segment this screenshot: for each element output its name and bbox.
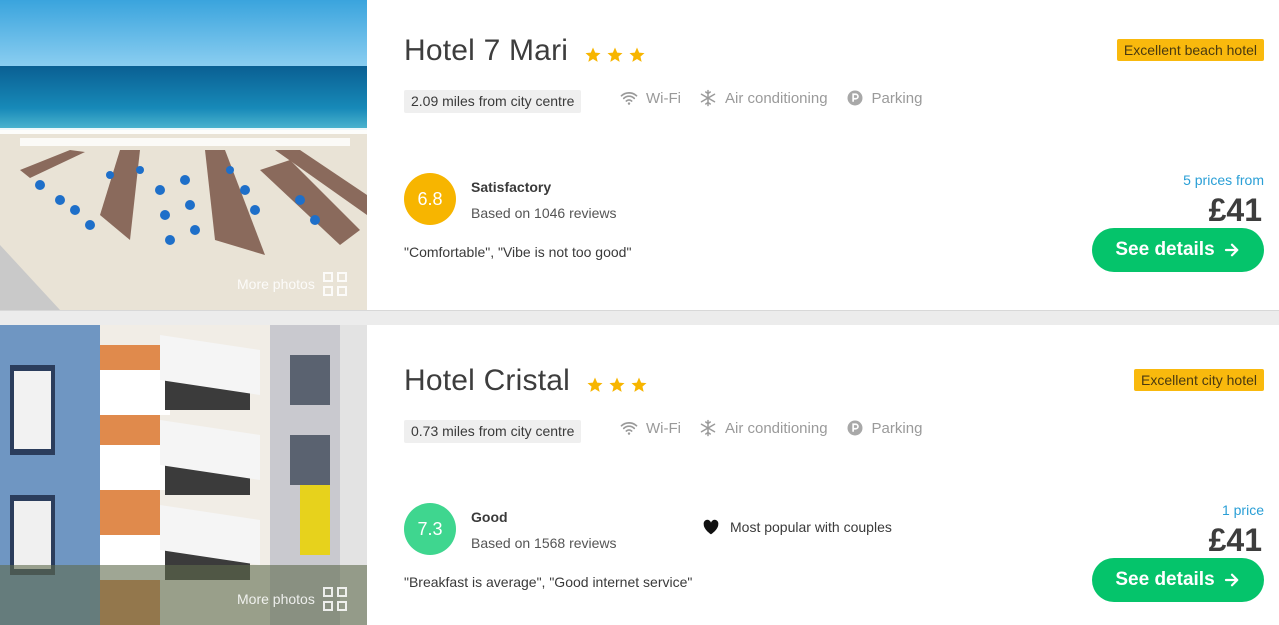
more-photos-label: More photos — [237, 591, 315, 607]
distance-label: 2.09 miles from city centre — [404, 90, 582, 113]
distance-label: 0.73 miles from city centre — [404, 420, 582, 443]
star-icon — [585, 47, 601, 62]
gallery-grid-icon — [322, 272, 347, 296]
gallery-grid-icon — [322, 587, 347, 611]
card-divider — [0, 310, 1279, 325]
more-photos-link[interactable]: More photos — [237, 587, 347, 611]
snowflake-icon — [700, 419, 716, 437]
review-score: 7.3 — [404, 503, 456, 555]
star-icon — [587, 377, 603, 392]
arrow-right-icon — [1224, 243, 1239, 257]
price: £41 — [1208, 192, 1262, 228]
star-rating — [584, 46, 646, 64]
reviews-count[interactable]: Based on 1568 reviews — [471, 535, 617, 551]
amenity-parking: Parking — [846, 89, 922, 107]
arrow-right-icon — [1224, 573, 1239, 587]
see-details-button[interactable]: See details — [1092, 228, 1264, 272]
amenities-list: Wi-Fi Air conditioning Parking — [620, 89, 922, 107]
prices-from-link[interactable]: 5 prices from — [1183, 172, 1264, 188]
see-details-button[interactable]: See details — [1092, 558, 1264, 602]
star-icon — [609, 377, 625, 392]
amenity-wifi: Wi-Fi — [620, 419, 681, 437]
star-icon — [629, 47, 645, 62]
hotel-name[interactable]: Hotel 7 Mari — [404, 34, 568, 68]
reviews-count[interactable]: Based on 1046 reviews — [471, 205, 617, 221]
price: £41 — [1208, 522, 1262, 558]
star-rating — [586, 376, 648, 394]
hotel-badge: Excellent city hotel — [1134, 369, 1264, 391]
popular-with-couples: Most popular with couples — [702, 519, 892, 535]
hotel-photo-beach[interactable]: More photos — [0, 0, 367, 310]
parking-icon — [847, 420, 863, 436]
hotel-badge: Excellent beach hotel — [1116, 39, 1264, 61]
review-quote: "Comfortable", "Vibe is not too good" — [404, 244, 632, 260]
review-quote: "Breakfast is average", "Good internet s… — [404, 574, 693, 590]
more-photos-link[interactable]: More photos — [237, 272, 347, 296]
amenities-list: Wi-Fi Air conditioning Parking — [620, 419, 922, 437]
amenity-parking: Parking — [846, 419, 922, 437]
snowflake-icon — [700, 89, 716, 107]
rating-label: Satisfactory — [471, 179, 552, 195]
star-icon — [607, 47, 623, 62]
heart-icon — [703, 519, 719, 535]
parking-icon — [847, 90, 863, 106]
rating-label: Good — [471, 509, 508, 525]
hotel-name[interactable]: Hotel Cristal — [404, 364, 570, 398]
star-icon — [631, 377, 647, 392]
hotel-card: More photos Hotel Cristal Excellent city… — [0, 325, 1279, 625]
more-photos-label: More photos — [237, 276, 315, 292]
wifi-icon — [620, 92, 638, 105]
prices-from-link[interactable]: 1 price — [1222, 502, 1264, 518]
amenity-air-conditioning: Air conditioning — [699, 419, 828, 437]
hotel-photo-building[interactable]: More photos — [0, 325, 367, 625]
amenity-wifi: Wi-Fi — [620, 89, 681, 107]
hotel-card: More photos Hotel 7 Mari Excellent beach… — [0, 0, 1279, 310]
amenity-air-conditioning: Air conditioning — [699, 89, 828, 107]
wifi-icon — [620, 422, 638, 435]
review-score: 6.8 — [404, 173, 456, 225]
